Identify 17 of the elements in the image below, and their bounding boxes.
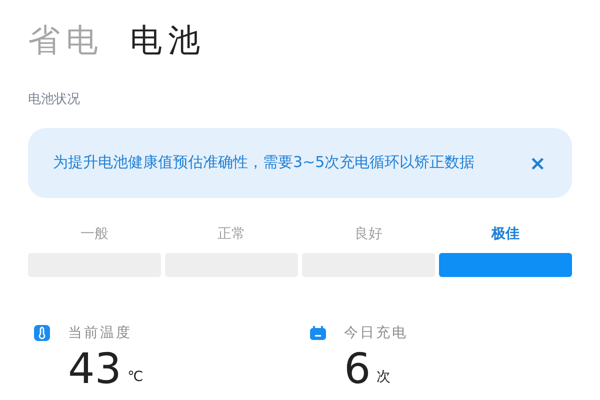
- thermometer-icon: [34, 325, 50, 341]
- level-label: 良好: [354, 224, 382, 244]
- level-label: 正常: [218, 224, 246, 244]
- level-label: 极佳: [492, 224, 520, 244]
- stat-unit: ℃: [127, 368, 144, 386]
- stat-value: 43: [68, 346, 122, 392]
- battery-icon: [310, 325, 326, 341]
- stat-value: 6: [344, 346, 371, 392]
- level-label: 一般: [80, 224, 108, 244]
- stat-label: 当前温度: [68, 324, 132, 342]
- tab[interactable]: 省电: [28, 20, 104, 60]
- notice-text: 为提升电池健康值预估准确性，需要3~5次充电循环以矫正数据: [53, 152, 476, 173]
- stat-label: 今日充电: [344, 324, 408, 342]
- section-title: 电池状况: [28, 91, 80, 109]
- close-button[interactable]: ×: [529, 152, 546, 172]
- stat-unit: 次: [376, 368, 391, 386]
- tab[interactable]: 电池: [130, 20, 206, 60]
